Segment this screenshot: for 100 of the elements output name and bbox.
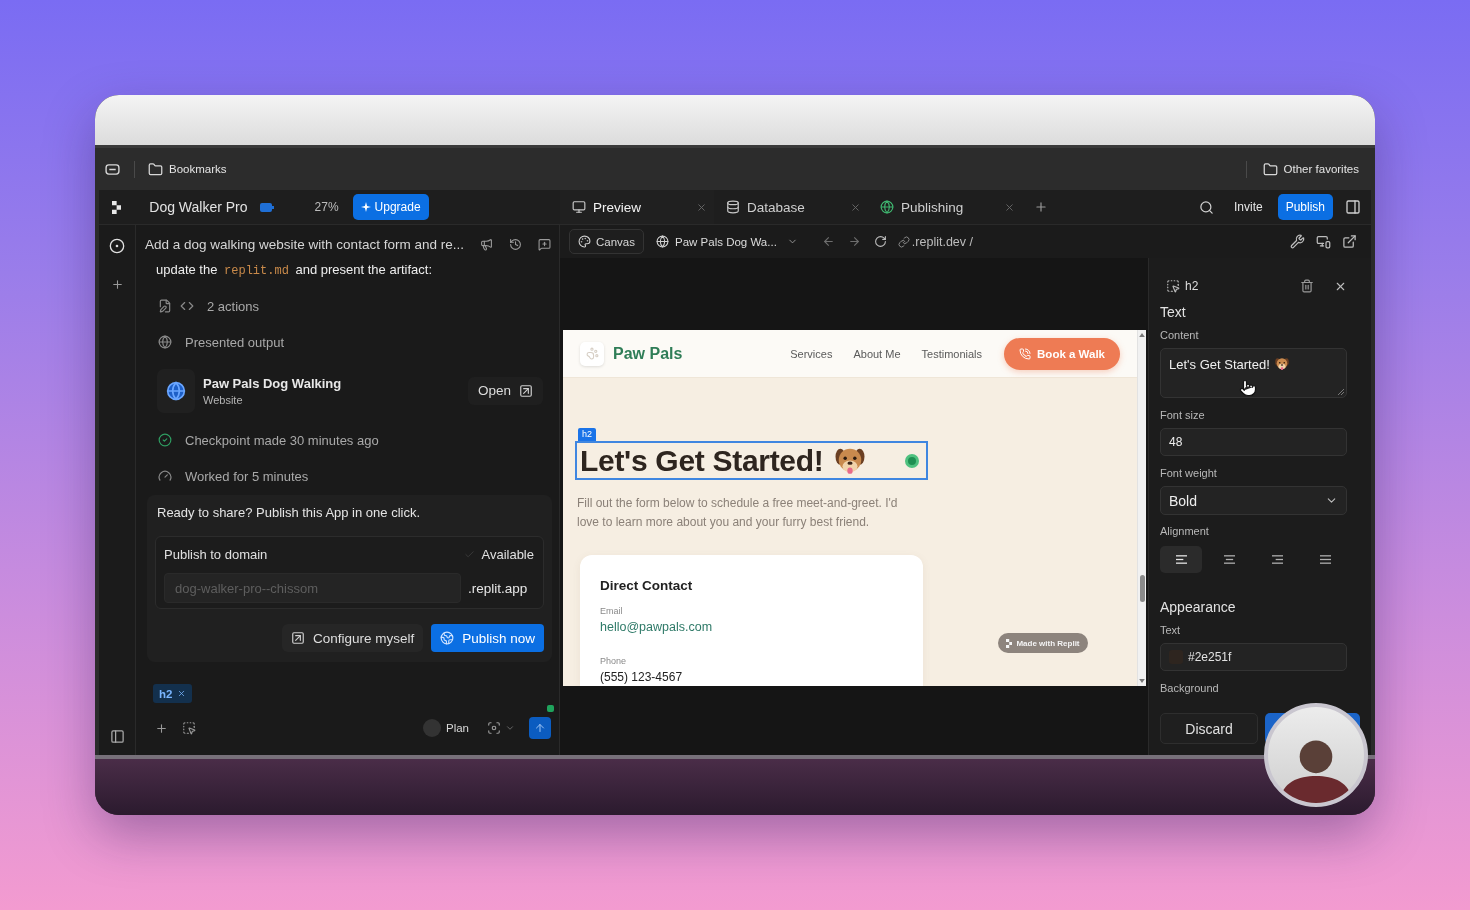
status-dot-icon [905,453,919,468]
page-heading: Let's Get Started! [580,443,824,478]
reload-icon[interactable] [873,235,887,248]
panel-icon[interactable] [109,729,125,744]
scroll-down-icon [1139,679,1145,683]
tab[interactable]: Database [714,190,868,224]
align-justify-icon [1319,554,1333,565]
select-element-icon[interactable] [182,721,196,735]
url-text[interactable]: .replit.dev / [911,234,973,249]
card-title: Direct Contact [600,578,693,594]
external-link-icon [519,383,533,398]
send-button[interactable] [529,717,551,739]
battery-icon [259,202,274,212]
forward-icon[interactable] [847,235,861,248]
field-label: Email [600,606,623,616]
section-title: Text [1160,305,1187,320]
plan-toggle[interactable]: Plan [422,719,469,737]
nav-link[interactable]: Testimonials [921,347,983,360]
publish-prompt: Ready to share? Publish this App in one click. [156,506,422,520]
sparkle-icon [360,202,371,212]
check-icon [464,549,476,560]
align-button[interactable] [1160,546,1202,573]
selection-outline[interactable]: Let's Get Started! [575,441,928,480]
globe-icon [157,368,195,413]
text-color-input[interactable]: #2e251f [1160,643,1347,671]
open-button[interactable]: Open [467,376,543,405]
scrollbar-thumb[interactable] [1140,575,1145,602]
megaphone-icon[interactable] [479,237,493,252]
field-label: Phone [600,656,627,666]
back-icon[interactable] [821,235,835,248]
chat-title: Add a dog walking website with contact form and re... [145,237,464,252]
select-element-icon [1166,279,1180,293]
external-link-icon [290,631,305,645]
field-label: Font size [1160,409,1206,422]
code-icon [180,299,194,313]
new-chat-icon[interactable] [538,237,551,252]
field-label: Text [1160,624,1182,637]
folder-icon [148,161,163,177]
app-selector[interactable]: Paw Pals Dog Wa... [656,235,798,248]
element-chip[interactable]: h2 [153,684,193,703]
artifact-title: Paw Pals Dog Walking [203,375,342,391]
plus-icon[interactable] [1034,200,1048,214]
check-circle-icon [158,433,172,447]
actions-summary[interactable]: 2 actions [207,298,260,314]
globe-icon [158,335,172,349]
project-name: Dog Walker Pro [149,199,248,215]
field-value: (555) 123-4567 [600,669,683,685]
work-duration-label: Worked for 5 minutes [185,468,309,484]
plus-icon[interactable] [110,278,124,291]
field-label: Content [1160,329,1200,342]
paw-icon [580,341,604,366]
history-icon[interactable] [508,237,522,252]
align-right-icon [1271,554,1285,565]
search-icon[interactable] [1198,199,1214,215]
devices-icon[interactable] [1316,234,1331,249]
trash-icon[interactable] [1300,279,1314,293]
element-tag: h2 [578,428,596,441]
close-icon[interactable] [177,689,187,698]
focus-icon[interactable] [487,721,501,735]
link-icon [897,235,910,248]
align-center-icon [1222,554,1236,565]
bookmarks-folder[interactable]: Bookmarks [148,161,227,177]
domain-label: Publish to domain [164,547,268,562]
database-icon [726,200,740,214]
external-link-icon[interactable] [1342,234,1357,249]
arrow-up-icon [534,722,546,734]
record-icon[interactable] [109,238,125,254]
site-brand: Paw Pals [613,344,683,363]
publish-now-button[interactable]: Publish now [431,624,544,652]
bookmarks-folder[interactable]: Other favorites [1262,161,1359,177]
nav-link[interactable]: Services [790,347,833,360]
nav-link[interactable]: About Me [853,347,901,360]
tab-icon[interactable] [105,163,120,175]
globe-icon [656,235,669,248]
canvas-button[interactable]: Canvas [569,229,644,254]
wrench-icon[interactable] [1290,234,1305,249]
artifact-type: Website [203,393,244,406]
availability-status: Available [481,547,534,562]
font-weight-select[interactable]: Bold [1160,486,1347,515]
tab[interactable]: Publishing [868,190,1022,224]
field-label: Font weight [1160,467,1218,480]
hand-cursor-icon [1239,379,1257,399]
upgrade-button[interactable]: Upgrade [352,194,429,220]
invite-button[interactable]: Invite [1233,200,1263,214]
dog-face-icon [1274,357,1289,371]
domain-input[interactable]: dog-walker-pro--chissom [164,573,461,603]
plus-icon[interactable] [155,721,168,735]
intro-paragraph: Fill out the form below to schedule a free meet-and-greet. I'd love to learn more about you and your furry best friend. [577,495,899,531]
publish-button[interactable]: Publish [1277,194,1333,220]
logo-icon[interactable] [112,200,122,214]
monitor-icon [572,200,586,214]
panel-icon[interactable] [1345,199,1361,215]
font-size-input[interactable]: 48 [1160,428,1347,456]
gauge-icon [158,469,172,483]
field-label: Alignment [1160,525,1210,538]
checkpoint-label: Checkpoint made 30 minutes ago [185,432,379,448]
configure-button[interactable]: Configure myself [281,624,424,652]
discard-button[interactable]: Discard [1160,713,1258,744]
content-textarea[interactable]: Let's Get Started! [1160,348,1347,398]
email-link[interactable]: hello@pawpals.com [600,619,713,635]
